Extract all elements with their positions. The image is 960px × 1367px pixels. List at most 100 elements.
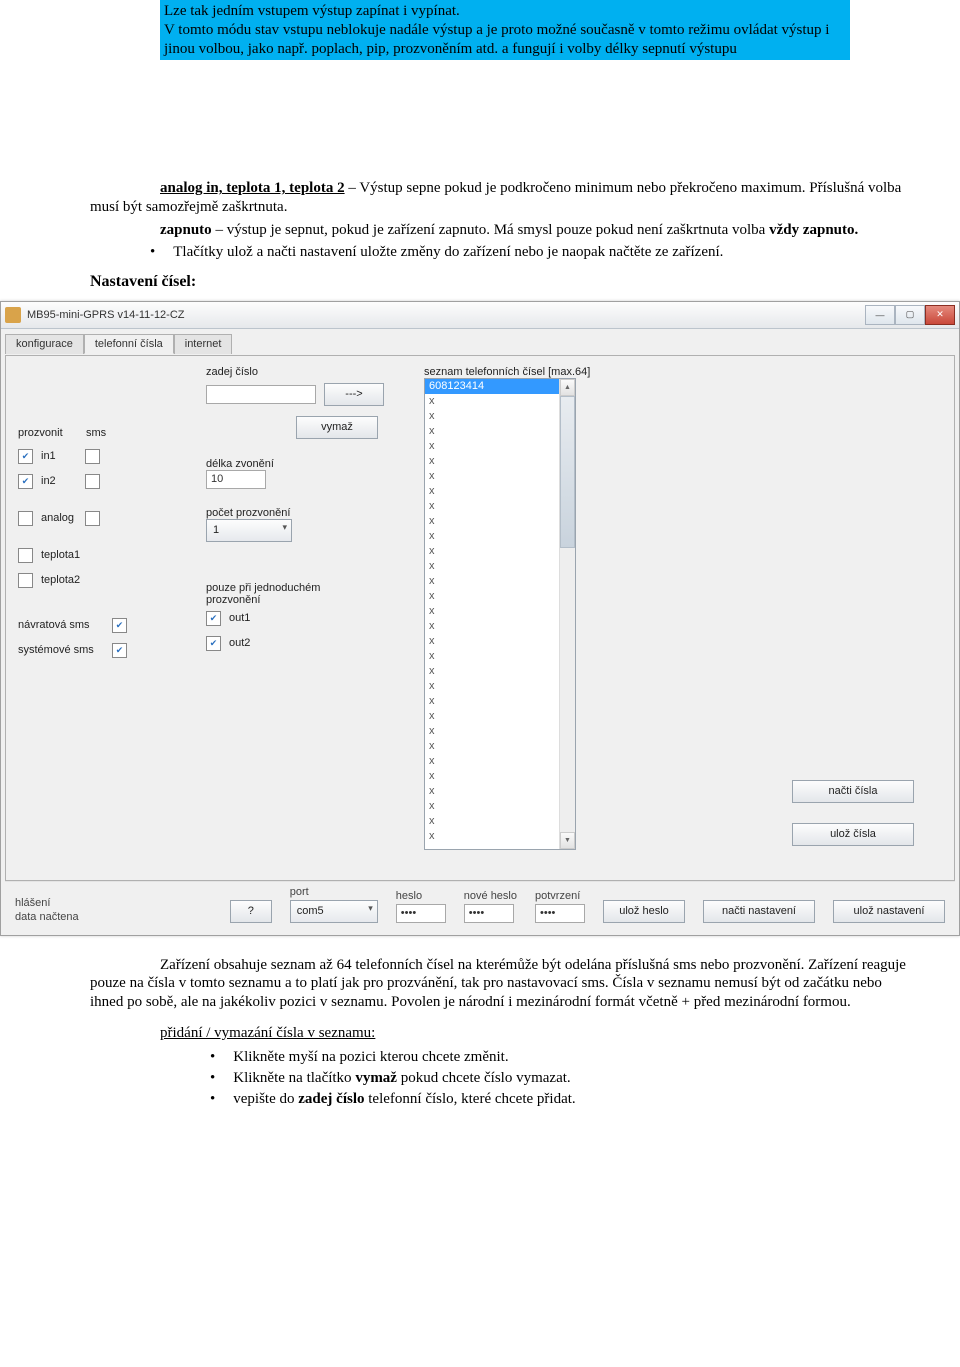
list-item[interactable]: x: [425, 454, 575, 469]
list-item[interactable]: x: [425, 604, 575, 619]
label-hlaseni: hlášení: [15, 897, 212, 909]
list-item[interactable]: x: [425, 709, 575, 724]
list-item[interactable]: x: [425, 514, 575, 529]
input-nove-heslo[interactable]: [464, 904, 514, 923]
list-item[interactable]: 608123414: [425, 379, 575, 394]
column-controls: zadej číslo ---> vymaž délka zvonění poč…: [206, 366, 406, 866]
chk-in1-sms[interactable]: [85, 449, 100, 464]
bullet-vepiste: vepište do zadej číslo telefonní číslo, …: [210, 1091, 910, 1108]
label-delka: délka zvonění: [206, 458, 406, 470]
chk-out1[interactable]: [206, 611, 221, 626]
tab-konfigurace[interactable]: konfigurace: [5, 334, 84, 354]
list-item[interactable]: x: [425, 484, 575, 499]
list-item[interactable]: x: [425, 679, 575, 694]
label-nove-heslo: nové heslo: [464, 890, 517, 902]
bullet-click-vymaz: Klikněte na tlačítko vymaž pokud chcete …: [210, 1070, 910, 1087]
tab-internet[interactable]: internet: [174, 334, 233, 354]
list-item[interactable]: x: [425, 619, 575, 634]
list-item[interactable]: x: [425, 499, 575, 514]
list-item[interactable]: x: [425, 814, 575, 829]
list-item[interactable]: x: [425, 649, 575, 664]
list-item[interactable]: x: [425, 634, 575, 649]
label-teplota1: teplota1: [41, 549, 80, 561]
paragraph-zarizeni: Zařízení obsahuje seznam až 64 telefonní…: [90, 956, 910, 1012]
input-heslo[interactable]: [396, 904, 446, 923]
chk-teplota2[interactable]: [18, 573, 33, 588]
header-sms: sms: [86, 427, 106, 439]
scroll-thumb[interactable]: [560, 396, 575, 548]
scroll-up-icon[interactable]: ▲: [560, 379, 575, 396]
label-heslo: heslo: [396, 890, 446, 902]
list-item[interactable]: x: [425, 769, 575, 784]
list-item[interactable]: x: [425, 589, 575, 604]
add-number-button[interactable]: --->: [324, 383, 384, 406]
save-password-button[interactable]: ulož heslo: [603, 900, 685, 923]
label-pocet: počet prozvonění: [206, 507, 406, 519]
chk-analog-prozvonit[interactable]: [18, 511, 33, 526]
maximize-button[interactable]: ▢: [895, 305, 925, 325]
list-item[interactable]: x: [425, 409, 575, 424]
chk-teplota1[interactable]: [18, 548, 33, 563]
label-analog: analog in, teplota 1, teplota 2: [160, 180, 345, 196]
paragraph-analog: analog in, teplota 1, teplota 2 – Výstup…: [90, 179, 910, 217]
bullet-save-load: Tlačítky ulož a načti nastavení uložte z…: [150, 244, 910, 261]
list-item[interactable]: x: [425, 754, 575, 769]
label-teplota2: teplota2: [41, 574, 80, 586]
header-prozvonit: prozvonit: [18, 427, 78, 439]
app-icon: [5, 307, 21, 323]
titlebar: MB95-mini-GPRS v14-11-12-CZ — ▢ ✕: [1, 302, 959, 329]
label-systemova: systémové sms: [18, 644, 104, 656]
list-item[interactable]: x: [425, 559, 575, 574]
chk-out2[interactable]: [206, 636, 221, 651]
select-port[interactable]: com5: [290, 900, 378, 923]
label-in1: in1: [41, 450, 77, 462]
list-item[interactable]: x: [425, 439, 575, 454]
list-item[interactable]: x: [425, 784, 575, 799]
list-item[interactable]: x: [425, 829, 575, 844]
input-number[interactable]: [206, 385, 316, 404]
list-item[interactable]: x: [425, 529, 575, 544]
list-item[interactable]: x: [425, 424, 575, 439]
list-item[interactable]: x: [425, 694, 575, 709]
column-listbuttons: načti čísla ulož čísla: [792, 366, 942, 866]
footer-bar: hlášení data načtena ? port com5 heslo n…: [5, 881, 955, 931]
save-numbers-button[interactable]: ulož čísla: [792, 823, 914, 846]
list-item[interactable]: x: [425, 739, 575, 754]
tab-body: prozvonit sms in1 in2 analog: [5, 355, 955, 881]
highlight-line2: V tomto módu stav vstupu neblokuje nadál…: [164, 21, 846, 59]
chk-in1-prozvonit[interactable]: [18, 449, 33, 464]
list-item[interactable]: x: [425, 544, 575, 559]
chk-in2-prozvonit[interactable]: [18, 474, 33, 489]
list-item[interactable]: x: [425, 724, 575, 739]
save-settings-button[interactable]: ulož nastavení: [833, 900, 945, 923]
close-button[interactable]: ✕: [925, 305, 955, 325]
delete-button[interactable]: vymaž: [296, 416, 378, 439]
scroll-down-icon[interactable]: ▼: [560, 832, 575, 849]
list-item[interactable]: x: [425, 394, 575, 409]
label-navratova: návratová sms: [18, 619, 104, 631]
list-item[interactable]: x: [425, 574, 575, 589]
list-item[interactable]: x: [425, 469, 575, 484]
input-delka[interactable]: [206, 470, 266, 489]
phone-listbox[interactable]: 608123414 x x x x x x x x x x x x x x x: [424, 378, 576, 850]
scrollbar[interactable]: ▲ ▼: [559, 379, 575, 849]
list-item[interactable]: x: [425, 799, 575, 814]
input-potvrzeni[interactable]: [535, 904, 585, 923]
bullet-click-position: Klikněte myší na pozici kterou chcete zm…: [210, 1049, 910, 1066]
load-numbers-button[interactable]: načti čísla: [792, 780, 914, 803]
load-settings-button[interactable]: načti nastavení: [703, 900, 815, 923]
help-button[interactable]: ?: [230, 900, 272, 923]
label-in2: in2: [41, 475, 77, 487]
bullet-list-2: Klikněte myší na pozici kterou chcete zm…: [210, 1049, 910, 1108]
tab-telefonni-cisla[interactable]: telefonní čísla: [84, 334, 174, 354]
chk-navratova[interactable]: [112, 618, 127, 633]
chk-in2-sms[interactable]: [85, 474, 100, 489]
column-checkboxes: prozvonit sms in1 in2 analog: [18, 366, 188, 866]
chk-analog-sms[interactable]: [85, 511, 100, 526]
bullet-list-1: Tlačítky ulož a načti nastavení uložte z…: [150, 244, 910, 261]
select-pocet[interactable]: 1: [206, 519, 292, 542]
chk-systemova[interactable]: [112, 643, 127, 658]
window-title: MB95-mini-GPRS v14-11-12-CZ: [27, 309, 865, 321]
minimize-button[interactable]: —: [865, 305, 895, 325]
list-item[interactable]: x: [425, 664, 575, 679]
